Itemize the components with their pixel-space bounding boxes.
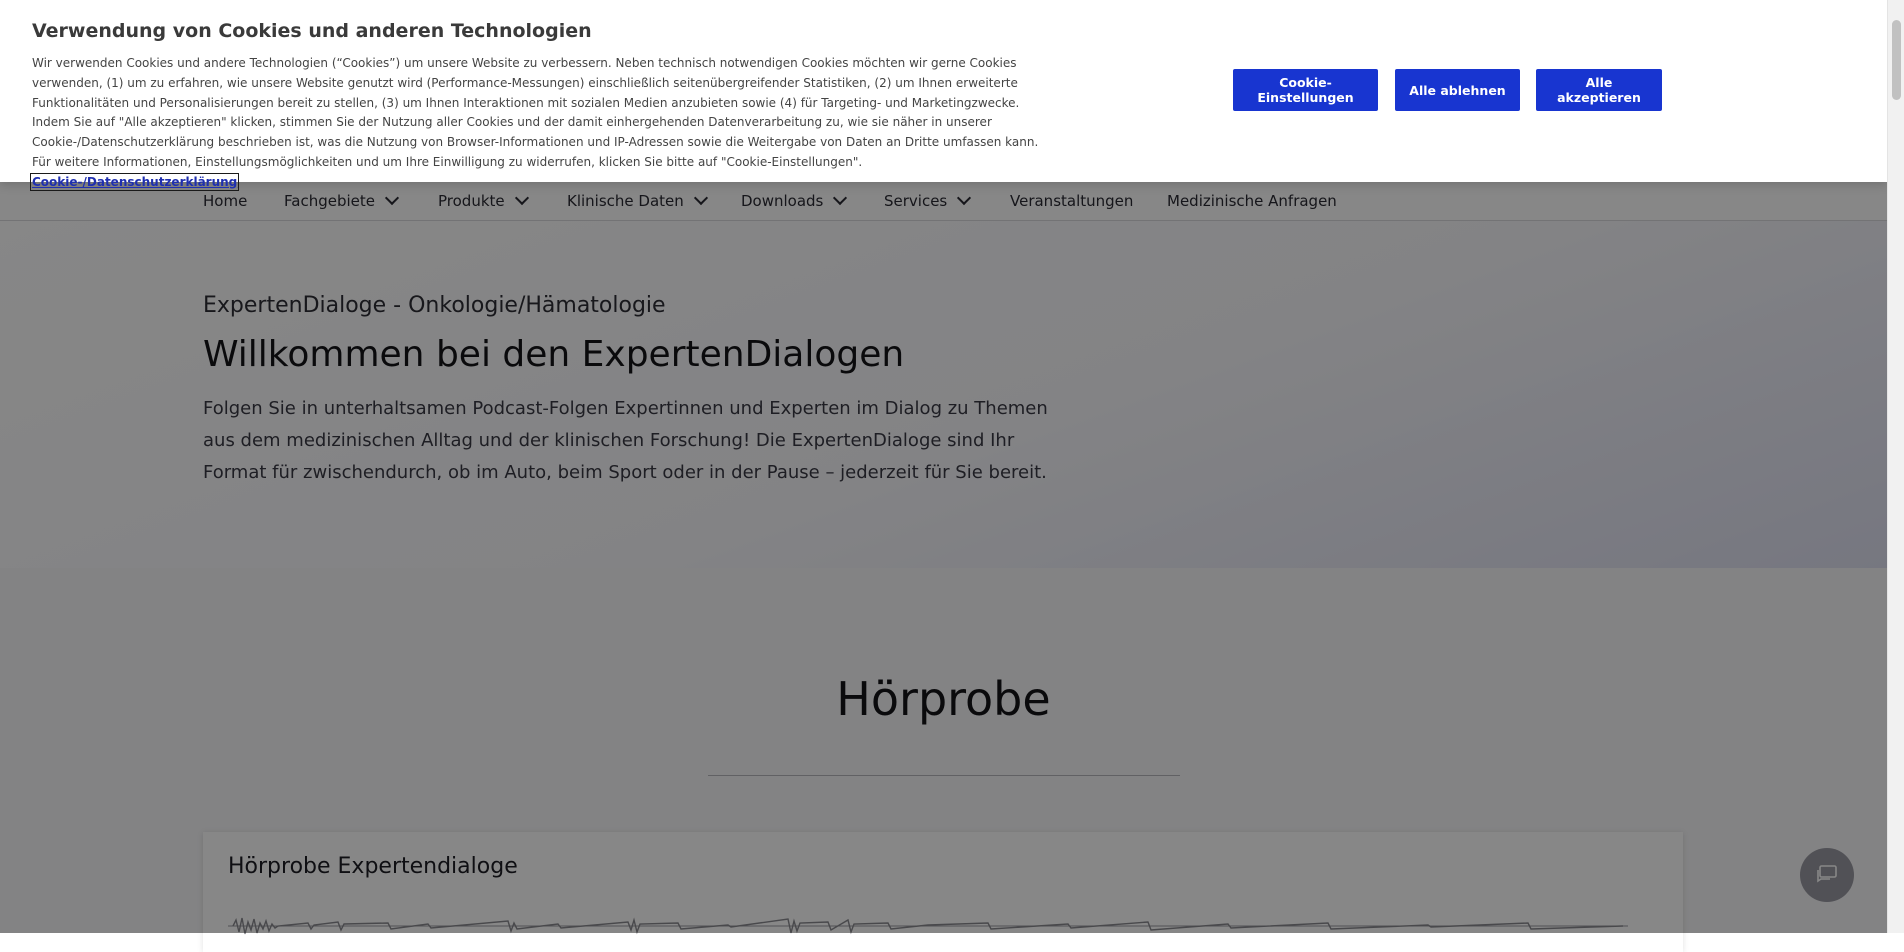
reject-all-button[interactable]: Alle ablehnen [1395, 69, 1520, 111]
accept-all-button[interactable]: Alle akzeptieren [1536, 69, 1662, 111]
cookie-banner-body: Wir verwenden Cookies und andere Technol… [32, 56, 1039, 169]
privacy-policy-link[interactable]: Cookie-/Datenschutzerklärung [29, 172, 240, 191]
cookie-banner: Verwendung von Cookies und anderen Techn… [0, 0, 1887, 191]
cookie-banner-text: Wir verwenden Cookies und andere Technol… [29, 54, 1042, 193]
scrollbar-thumb[interactable] [1892, 20, 1901, 100]
vertical-scrollbar[interactable] [1887, 0, 1904, 933]
cookie-settings-button[interactable]: Cookie-Einstellungen [1233, 69, 1378, 111]
cookie-banner-title: Verwendung von Cookies und anderen Techn… [32, 20, 592, 42]
